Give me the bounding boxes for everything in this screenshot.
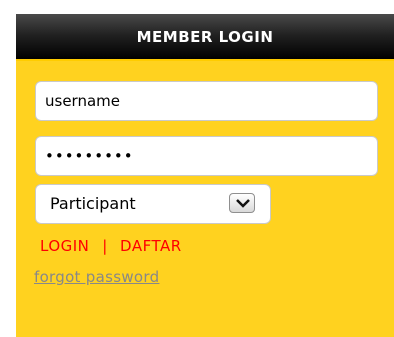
register-link[interactable]: DAFTAR — [120, 237, 182, 255]
login-link[interactable]: LOGIN — [40, 237, 89, 255]
action-links: LOGIN | DAFTAR — [40, 236, 182, 256]
password-input[interactable] — [35, 136, 378, 176]
panel-title: MEMBER LOGIN — [16, 14, 394, 61]
chevron-down-icon[interactable] — [229, 193, 255, 213]
role-select-value: Participant — [50, 194, 136, 213]
member-login-panel: MEMBER LOGIN Participant LOGIN | DAFTAR … — [16, 14, 394, 337]
forgot-password-link[interactable]: forgot password — [34, 268, 159, 286]
username-input[interactable] — [35, 81, 378, 121]
link-separator: | — [102, 237, 108, 255]
role-select[interactable]: Participant — [35, 184, 271, 224]
